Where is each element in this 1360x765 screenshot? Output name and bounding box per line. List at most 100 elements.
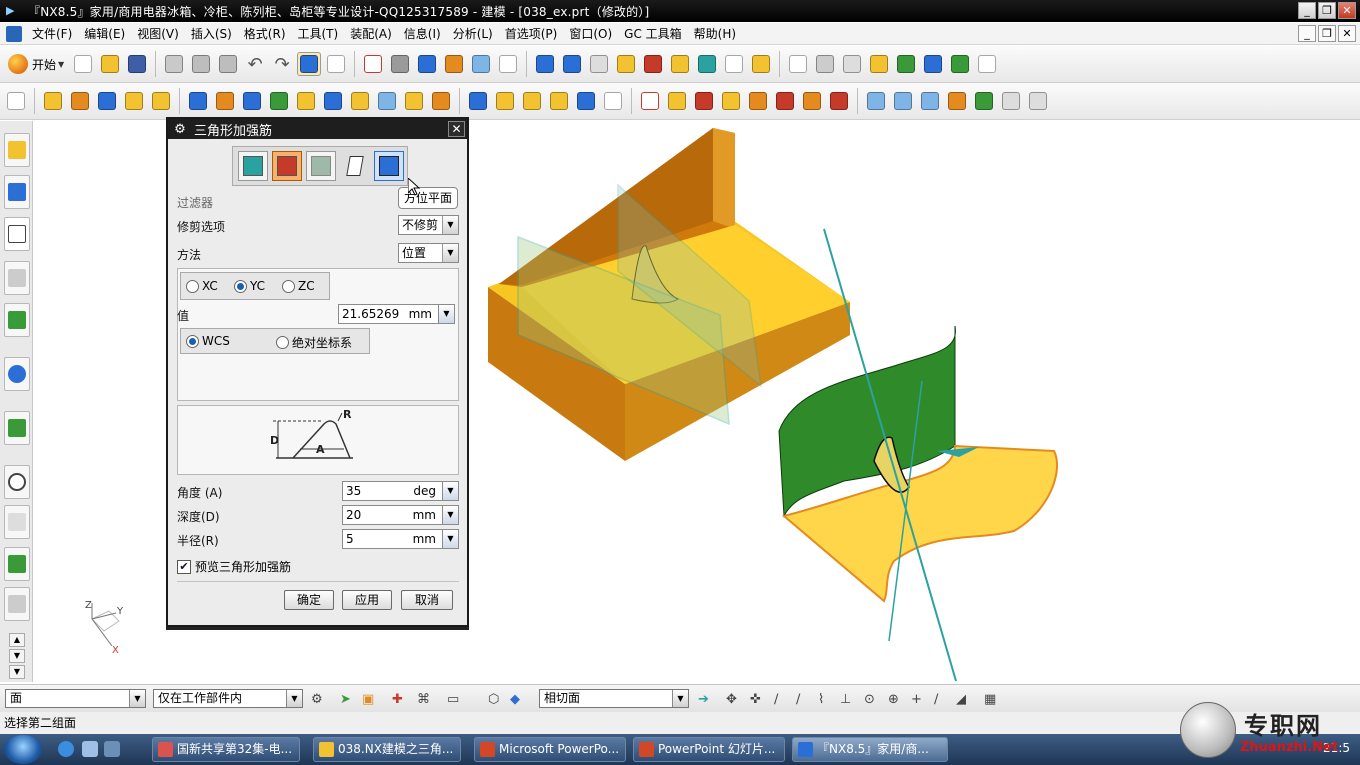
yc-radio[interactable] xyxy=(234,279,247,293)
snap-button[interactable] xyxy=(668,52,692,76)
save-button[interactable] xyxy=(125,52,149,76)
through-curves-button[interactable] xyxy=(891,89,915,113)
sew-button[interactable] xyxy=(800,89,824,113)
web-browser-tab[interactable] xyxy=(4,357,30,391)
clock-history-tab[interactable] xyxy=(4,465,30,499)
trim-body-button[interactable] xyxy=(719,89,743,113)
placement-face-button[interactable] xyxy=(306,151,336,181)
snap-intersection-icon[interactable]: ⊥ xyxy=(840,692,851,707)
radius-input[interactable]: 5 mm ▼ xyxy=(342,529,459,549)
cancel-button[interactable]: 取消 xyxy=(401,590,453,610)
second-face-set-button[interactable] xyxy=(272,151,302,181)
reuse-library-tab[interactable] xyxy=(4,261,30,295)
snap-tangent-icon[interactable]: ∕ xyxy=(934,692,938,707)
layers-stack-button[interactable] xyxy=(813,52,837,76)
wcs-radio[interactable] xyxy=(186,334,199,348)
plane-button[interactable] xyxy=(340,151,370,181)
layer-button[interactable] xyxy=(442,52,466,76)
minimize-button[interactable]: _ xyxy=(1298,2,1316,19)
hd3d-tools-tab[interactable] xyxy=(4,303,30,337)
chevron-down-icon[interactable]: ▼ xyxy=(438,305,454,323)
mesh-button[interactable] xyxy=(918,89,942,113)
cylinder-button[interactable] xyxy=(68,89,92,113)
curve-button[interactable] xyxy=(972,89,996,113)
ok-button[interactable]: 确定 xyxy=(284,590,334,610)
apply-button[interactable]: 应用 xyxy=(342,590,392,610)
internet-explorer-icon[interactable] xyxy=(58,741,74,757)
arrow-right-icon[interactable]: ➔ xyxy=(698,692,709,707)
depth-input[interactable]: 20 mm ▼ xyxy=(342,505,459,525)
process-studio-tab[interactable] xyxy=(4,547,30,581)
start-button[interactable]: 开始 ▼ xyxy=(4,52,68,76)
offset-curve-button[interactable] xyxy=(999,89,1023,113)
doc-close-button[interactable]: ✕ xyxy=(1338,25,1356,42)
paste-button[interactable] xyxy=(216,52,240,76)
snap-midpoint-icon[interactable]: ✜ xyxy=(750,692,761,707)
value-input[interactable]: 21.65269 mm ▼ xyxy=(338,304,455,324)
menu-format[interactable]: 格式(R) xyxy=(238,23,292,45)
coord-absolute-option[interactable]: 绝对坐标系 xyxy=(276,334,352,351)
menu-insert[interactable]: 插入(S) xyxy=(185,23,238,45)
dimension-button[interactable] xyxy=(722,52,746,76)
filter-settings-icon[interactable]: ⚙ xyxy=(311,692,323,707)
extrude-button[interactable] xyxy=(533,52,557,76)
sketch-button[interactable] xyxy=(614,52,638,76)
roles-tab[interactable] xyxy=(4,587,30,621)
undo-button[interactable]: ↶ xyxy=(243,52,267,76)
intersect-button[interactable] xyxy=(692,89,716,113)
trim-options-select[interactable]: 不修剪 ▼ xyxy=(398,215,459,235)
sketch-plane-button[interactable] xyxy=(4,89,28,113)
face-rule-select[interactable]: 相切面 ▼ xyxy=(539,689,689,708)
snap-endpoint-icon[interactable]: ✥ xyxy=(726,692,737,707)
absolute-radio[interactable] xyxy=(276,336,289,349)
method-select[interactable]: 位置 ▼ xyxy=(398,243,459,263)
axis-zc-option[interactable]: ZC xyxy=(282,279,315,293)
close-window-button[interactable]: ✕ xyxy=(1338,2,1356,19)
menu-analysis[interactable]: 分析(L) xyxy=(447,23,499,45)
select-feature-icon[interactable]: ⌘ xyxy=(417,692,430,707)
snap-center-icon[interactable]: ⊙ xyxy=(864,692,875,707)
doc-minimize-button[interactable]: _ xyxy=(1298,25,1316,42)
wcs-button[interactable] xyxy=(469,52,493,76)
part-navigator-tab[interactable] xyxy=(4,217,30,251)
taskbar-item-5[interactable]: 『NX8.5』家用/商... xyxy=(792,737,948,762)
select-intent-icon[interactable]: ✚ xyxy=(392,692,403,707)
copy-button[interactable] xyxy=(189,52,213,76)
snap-face-icon[interactable]: ◢ xyxy=(956,692,966,707)
menu-information[interactable]: 信息(I) xyxy=(398,23,447,45)
constraint-navigator-tab[interactable] xyxy=(4,175,30,209)
offset-face-button[interactable] xyxy=(574,89,598,113)
gear-icon[interactable]: ⚙ xyxy=(172,122,188,137)
coord-wcs-option[interactable]: WCS xyxy=(186,334,230,348)
chevron-down-icon[interactable]: ▼ xyxy=(442,506,458,524)
rib-button[interactable] xyxy=(348,89,372,113)
angle-input[interactable]: 35 deg ▼ xyxy=(342,481,459,501)
nx-menu-icon[interactable] xyxy=(6,25,22,42)
restore-button[interactable]: ❐ xyxy=(1318,2,1336,19)
xc-radio[interactable] xyxy=(186,279,199,293)
system-materials-tab[interactable] xyxy=(4,505,30,539)
text-button[interactable] xyxy=(975,52,999,76)
zc-radio[interactable] xyxy=(282,279,295,293)
scroll-up-icon[interactable]: ▲ xyxy=(9,633,25,647)
select-solid-icon[interactable]: ◆ xyxy=(510,692,520,707)
show-desktop-icon[interactable] xyxy=(82,741,98,757)
axis-xc-option[interactable]: XC xyxy=(186,279,218,293)
analysis-button[interactable] xyxy=(894,52,918,76)
surface-button[interactable] xyxy=(864,89,888,113)
doc-restore-button[interactable]: ❐ xyxy=(1318,25,1336,42)
render-style-button[interactable] xyxy=(388,52,412,76)
menu-window[interactable]: 窗口(O) xyxy=(563,23,618,45)
datum-button[interactable] xyxy=(587,52,611,76)
chamfer-button[interactable] xyxy=(493,89,517,113)
patch-button[interactable] xyxy=(773,89,797,113)
wireframe-button[interactable] xyxy=(601,89,625,113)
history-tab[interactable] xyxy=(4,411,30,445)
chevron-down-icon[interactable]: ▼ xyxy=(442,530,458,548)
type-filter-select[interactable]: 面 ▼ xyxy=(5,689,146,708)
subtract-button[interactable] xyxy=(665,89,689,113)
scroll-end-icon[interactable]: ▼ xyxy=(9,665,25,679)
boss-button[interactable] xyxy=(186,89,210,113)
selection-arrow-icon[interactable]: ➤ xyxy=(340,692,351,707)
cone-button[interactable] xyxy=(95,89,119,113)
